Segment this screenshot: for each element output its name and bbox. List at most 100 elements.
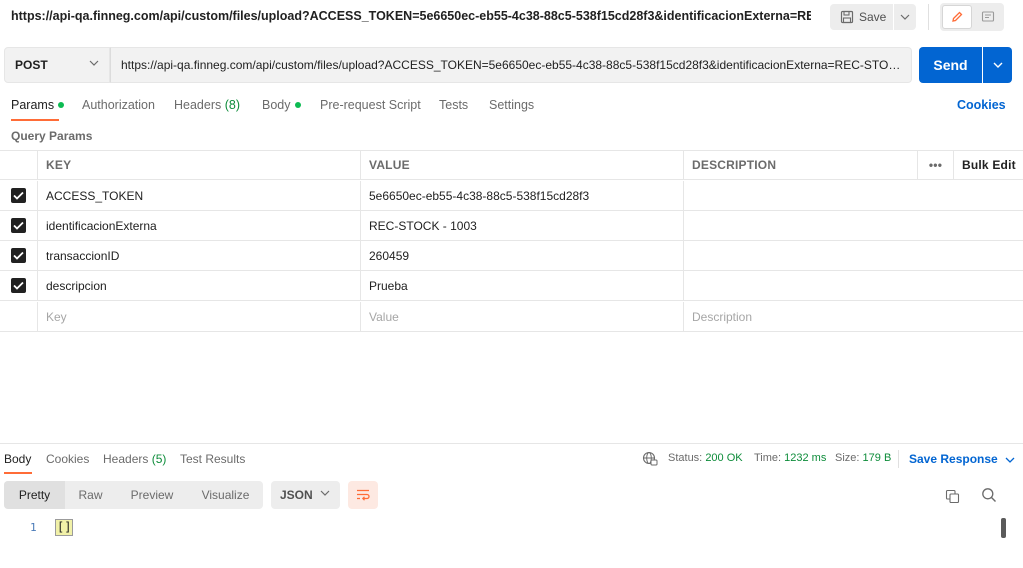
pencil-icon <box>952 11 963 22</box>
new-param-row: Key Value Description <box>0 302 1023 332</box>
header-description: DESCRIPTION <box>684 151 918 179</box>
edit-mode-button[interactable] <box>942 5 972 29</box>
chevron-down-icon <box>89 60 99 66</box>
param-description[interactable] <box>684 241 1023 270</box>
response-tab-test-results[interactable]: Test Results <box>180 452 245 466</box>
active-tab-indicator <box>11 119 59 121</box>
response-status[interactable]: Status: 200 OK <box>668 452 743 464</box>
save-icon <box>840 10 854 24</box>
param-value[interactable]: 260459 <box>361 241 684 270</box>
wrap-lines-icon <box>357 489 370 501</box>
search-icon <box>982 488 996 502</box>
status-value: 200 OK <box>705 452 743 464</box>
save-button[interactable]: Save <box>830 4 893 30</box>
table-row: ACCESS_TOKEN 5e6650ec-eb55-4c38-88c5-538… <box>0 181 1023 211</box>
tab-body[interactable]: Body <box>262 98 301 112</box>
row-checkbox[interactable] <box>11 248 26 263</box>
row-checkbox[interactable] <box>11 218 26 233</box>
tab-params-label: Params <box>11 98 55 112</box>
search-button[interactable] <box>979 485 999 505</box>
size-value: 179 B <box>862 452 892 464</box>
globe-icon[interactable] <box>642 451 658 467</box>
tab-params[interactable]: Params <box>11 98 65 112</box>
format-select[interactable]: JSON <box>271 481 340 509</box>
save-label: Save <box>859 10 887 24</box>
param-key[interactable]: transaccionID <box>38 241 361 270</box>
param-key[interactable]: ACCESS_TOKEN <box>38 181 361 210</box>
wrap-lines-button[interactable] <box>348 481 378 509</box>
tab-headers-count: (8) <box>224 98 241 112</box>
new-description-input[interactable]: Description <box>684 302 1023 331</box>
divider <box>928 4 929 30</box>
line-number: 1 <box>30 521 37 534</box>
checkmark-icon <box>13 281 24 290</box>
param-description[interactable] <box>684 181 1023 210</box>
view-visualize-button[interactable]: Visualize <box>188 481 263 509</box>
param-key[interactable]: identificacionExterna <box>38 211 361 240</box>
param-value[interactable]: 5e6650ec-eb55-4c38-88c5-538f15cd28f3 <box>361 181 684 210</box>
response-body-text[interactable]: [] <box>55 519 74 536</box>
response-tab-body[interactable]: Body <box>4 452 31 466</box>
tab-tests[interactable]: Tests <box>439 98 468 112</box>
save-response-button[interactable]: Save Response <box>909 452 1015 466</box>
chevron-down-icon <box>900 14 910 20</box>
cookies-link[interactable]: Cookies <box>957 98 1006 112</box>
tab-settings[interactable]: Settings <box>489 98 534 112</box>
param-value[interactable]: Prueba <box>361 271 684 300</box>
send-options-button[interactable] <box>983 47 1012 83</box>
checkmark-icon <box>13 191 24 200</box>
chevron-down-icon <box>320 490 330 496</box>
table-row: identificacionExterna REC-STOCK - 1003 <box>0 211 1023 241</box>
response-size[interactable]: Size: 179 B <box>835 452 891 464</box>
new-value-input[interactable]: Value <box>361 302 684 331</box>
new-key-input[interactable]: Key <box>38 302 361 331</box>
view-pretty-button[interactable]: Pretty <box>4 481 65 509</box>
header-value: VALUE <box>361 151 684 179</box>
request-tabs: Params Authorization Headers (8) Body Pr… <box>0 96 1023 120</box>
response-divider[interactable] <box>0 443 1023 444</box>
param-value[interactable]: REC-STOCK - 1003 <box>361 211 684 240</box>
row-checkbox[interactable] <box>11 278 26 293</box>
method-label: POST <box>15 58 48 72</box>
row-checkbox-cell <box>0 302 38 331</box>
tab-prerequest-script[interactable]: Pre-request Script <box>320 98 421 112</box>
response-tab-headers[interactable]: Headers (5) <box>103 452 166 466</box>
tab-headers[interactable]: Headers (8) <box>174 98 240 112</box>
row-checkbox-cell <box>0 241 38 270</box>
send-button[interactable]: Send <box>919 47 982 83</box>
divider <box>898 450 899 468</box>
bulk-edit-button[interactable]: Bulk Edit <box>954 151 1023 179</box>
url-input[interactable]: https://api-qa.finneg.com/api/custom/fil… <box>110 47 912 83</box>
table-row: transaccionID 260459 <box>0 241 1023 271</box>
tab-authorization[interactable]: Authorization <box>82 98 155 112</box>
response-scrollbar[interactable] <box>1001 518 1006 538</box>
status-label: Status: <box>668 452 703 464</box>
view-preview-button[interactable]: Preview <box>116 481 188 509</box>
row-checkbox-cell <box>0 271 38 300</box>
row-checkbox[interactable] <box>11 188 26 203</box>
method-select[interactable]: POST <box>4 47 110 83</box>
param-key[interactable]: descripcion <box>38 271 361 300</box>
param-description[interactable] <box>684 271 1023 300</box>
response-headers-label: Headers <box>103 452 149 466</box>
body-indicator-dot <box>294 102 301 108</box>
param-description[interactable] <box>684 211 1023 240</box>
view-raw-button[interactable]: Raw <box>65 481 116 509</box>
tab-headers-label: Headers <box>174 98 222 112</box>
table-row: descripcion Prueba <box>0 271 1023 301</box>
response-tab-cookies[interactable]: Cookies <box>46 452 89 466</box>
copy-button[interactable] <box>942 486 962 506</box>
save-options-button[interactable] <box>894 4 916 30</box>
more-options-icon[interactable]: ••• <box>918 151 954 179</box>
header-key: KEY <box>38 151 361 179</box>
active-response-tab-indicator <box>4 472 32 474</box>
url-text: https://api-qa.finneg.com/api/custom/fil… <box>121 58 901 72</box>
format-label: JSON <box>280 488 313 502</box>
response-headers-count: (5) <box>151 452 167 466</box>
response-time[interactable]: Time: 1232 ms <box>754 452 826 464</box>
copy-icon <box>945 489 959 503</box>
documentation-mode-button[interactable] <box>973 5 1003 29</box>
tab-body-label: Body <box>262 98 291 112</box>
request-title[interactable]: https://api-qa.finneg.com/api/custom/fil… <box>11 9 811 23</box>
checkmark-icon <box>13 251 24 260</box>
